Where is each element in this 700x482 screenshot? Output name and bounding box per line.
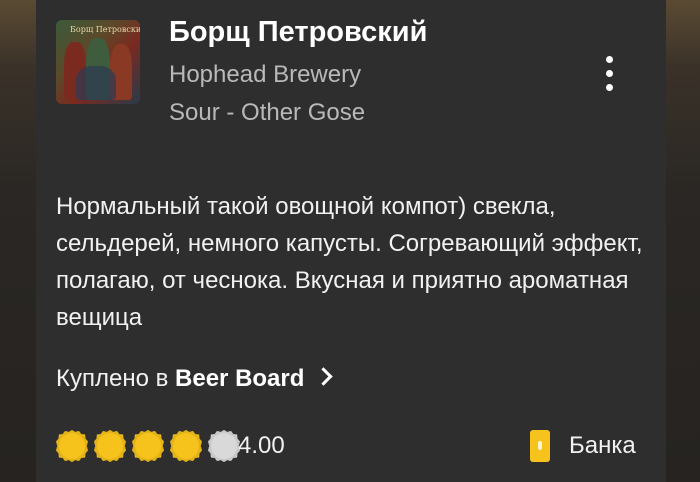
rating-value: 4.00 — [238, 432, 285, 459]
brewery-name[interactable]: Hophead Brewery — [169, 61, 361, 89]
rating-cap-filled-icon — [132, 430, 164, 462]
can-icon — [530, 430, 550, 462]
checkin-card: Борщ Петровский Борщ Петровский Hophead … — [36, 0, 666, 482]
purchase-prefix: Куплено в — [56, 365, 169, 392]
beer-style: Sour - Other Gose — [169, 99, 366, 126]
review-text: Нормальный такой овощной компот) свекла,… — [56, 193, 643, 331]
rating-cap-empty-icon — [208, 430, 240, 462]
rating-cap-filled-icon — [170, 430, 202, 462]
label-figure — [76, 66, 116, 100]
beer-name[interactable]: Борщ Петровский — [169, 16, 427, 49]
label-image-text: Борщ Петровский — [70, 25, 140, 34]
chevron-right-icon — [314, 367, 333, 386]
beer-label-thumbnail[interactable]: Борщ Петровский — [56, 20, 140, 104]
background-right-edge — [666, 0, 700, 482]
venue-name[interactable]: Beer Board — [175, 365, 304, 392]
more-vertical-icon[interactable] — [596, 52, 624, 96]
rating-cap-filled-icon — [56, 430, 88, 462]
background-left-edge — [0, 0, 36, 482]
serving-label: Банка — [569, 432, 636, 459]
rating-cap-filled-icon — [94, 430, 126, 462]
purchase-location-link[interactable]: Куплено в Beer Board — [56, 365, 333, 393]
